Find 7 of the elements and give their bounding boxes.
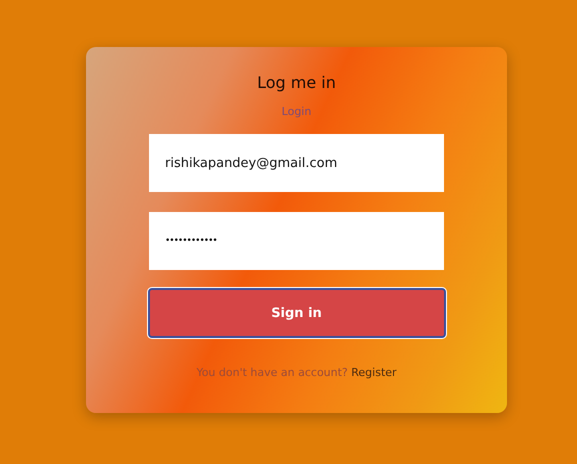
register-link[interactable]: Register [351,366,397,379]
password-field[interactable]: •••••••••••• [149,212,444,270]
form-title: Log me in [257,73,336,92]
sign-in-button[interactable]: Sign in [148,288,446,338]
form-subtitle: Login [282,105,312,118]
email-field[interactable]: rishikapandey@gmail.com [149,134,444,192]
register-prompt: You don't have an account? Register [196,366,397,379]
